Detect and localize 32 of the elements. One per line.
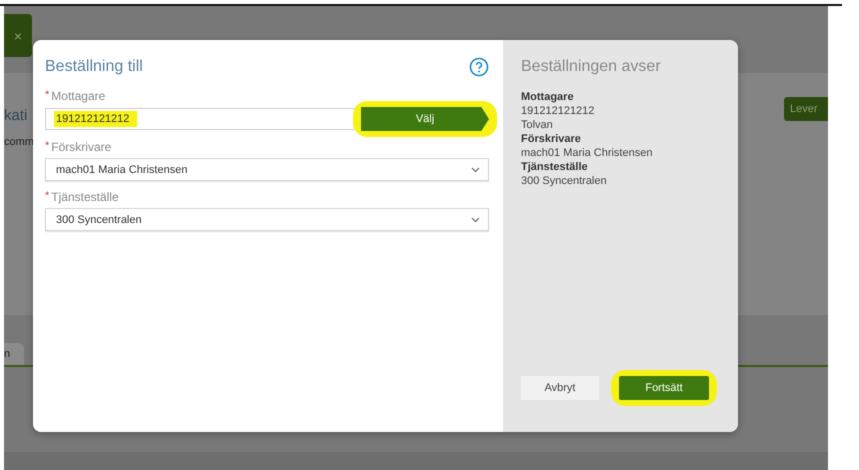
field-value: 191212121212 <box>54 111 138 127</box>
summary-value: Tolvan <box>521 118 554 132</box>
chevron-down-icon <box>471 216 480 222</box>
deliver-button[interactable]: Lever <box>784 97 828 121</box>
summary-heading: Mottagare <box>521 90 575 104</box>
page-heading: kati <box>4 107 28 124</box>
required-mark: * <box>45 190 50 204</box>
page-text: comm <box>4 136 34 148</box>
summary-heading: Förskrivare <box>521 132 582 146</box>
summary-value: 300 Syncentralen <box>521 174 608 188</box>
summary-heading: Tjänsteställe <box>521 160 589 174</box>
page-tab[interactable]: n <box>4 343 24 365</box>
summary-title: Beställningen avser <box>521 58 662 76</box>
close-button[interactable]: × <box>4 14 32 57</box>
cancel-button[interactable]: Avbryt <box>521 376 599 400</box>
dropdown[interactable]: 300 Syncentralen <box>45 208 489 231</box>
help-icon[interactable] <box>469 57 489 77</box>
dialog-title: Beställning till <box>45 58 143 76</box>
field-value: mach01 Maria Christensen <box>56 164 188 176</box>
summary-value: 191212121212 <box>521 104 596 118</box>
required-mark: * <box>45 89 50 103</box>
dropdown[interactable]: mach01 Maria Christensen <box>45 158 489 181</box>
choose-button[interactable]: Välj <box>361 107 489 131</box>
input-field[interactable]: 191212121212 <box>45 108 357 130</box>
field-label: Mottagare <box>51 89 106 103</box>
continue-button[interactable]: Fortsätt <box>619 376 709 400</box>
field-label: Förskrivare <box>51 140 112 154</box>
required-mark: * <box>45 140 50 154</box>
summary-value: mach01 Maria Christensen <box>521 146 654 160</box>
chevron-down-icon <box>471 166 480 172</box>
field-label: Tjänsteställe <box>51 190 119 204</box>
field-value: 300 Syncentralen <box>56 214 142 226</box>
